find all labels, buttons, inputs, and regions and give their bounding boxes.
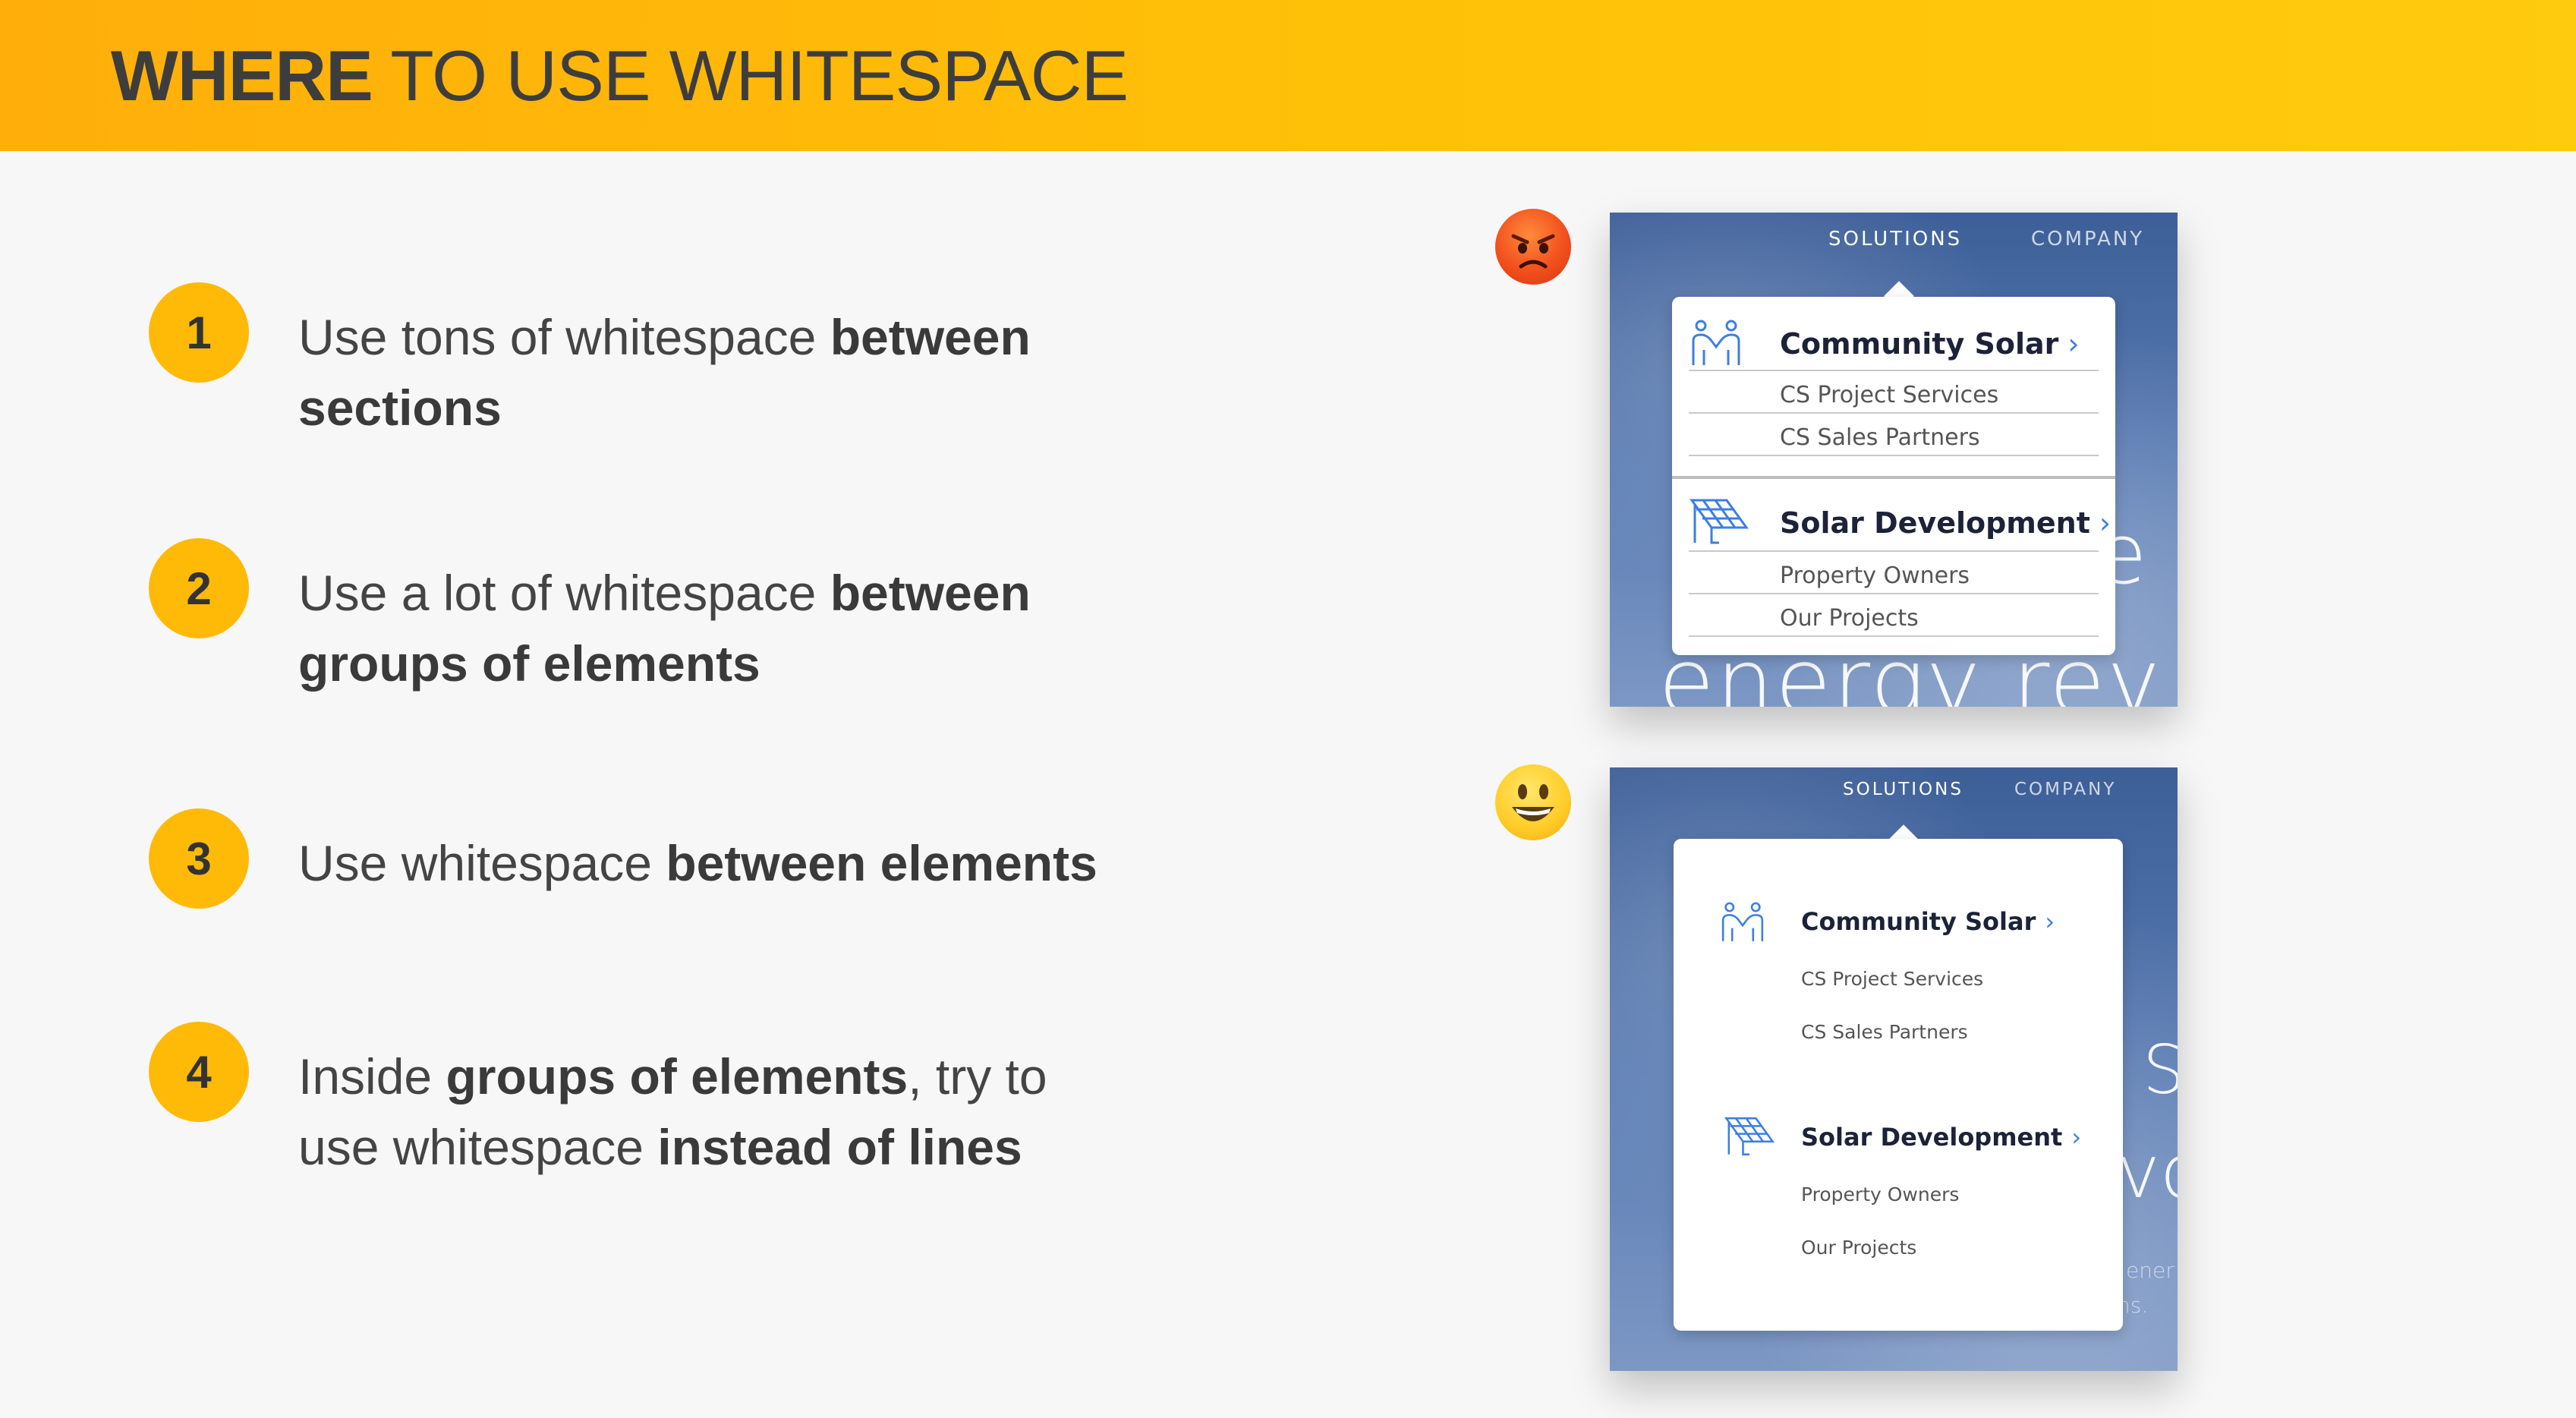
menu-group-title-community-solar[interactable]: Community Solar › bbox=[1780, 327, 2080, 361]
dropdown-mockup-bad: SOLUTIONS COMPANY e energy rev Community… bbox=[1610, 213, 2178, 707]
divider bbox=[1689, 550, 2099, 552]
angry-face-emoji-icon bbox=[1495, 209, 1571, 285]
menu-link-cs-sales-partners[interactable]: CS Sales Partners bbox=[1801, 1021, 1968, 1043]
tip-text: Use whitespace between elements bbox=[298, 828, 1209, 899]
chevron-right-icon: › bbox=[2045, 907, 2055, 936]
tip-text-bold: groups of elements bbox=[446, 1048, 909, 1104]
tip-text-regular: Use whitespace bbox=[298, 835, 666, 891]
people-handshake-icon bbox=[1721, 902, 1764, 941]
nav-solutions[interactable]: SOLUTIONS bbox=[1843, 780, 1963, 799]
tip-number-badge: 1 bbox=[149, 282, 249, 383]
chevron-right-icon: › bbox=[2071, 1123, 2082, 1152]
solar-panel-icon bbox=[1690, 499, 1749, 544]
tip-text: Use a lot of whitespace between groups o… bbox=[298, 558, 1133, 699]
menu-group-title-label: Solar Development bbox=[1780, 506, 2090, 540]
divider bbox=[1689, 412, 2099, 414]
menu-group-title-label: Community Solar bbox=[1801, 907, 2036, 936]
nav-solutions[interactable]: SOLUTIONS bbox=[1828, 228, 1962, 251]
menu-link-cs-project-services[interactable]: CS Project Services bbox=[1780, 382, 1998, 408]
menu-link-our-projects[interactable]: Our Projects bbox=[1780, 605, 1919, 632]
divider bbox=[1689, 593, 2099, 594]
tip-text: Inside groups of elements, try to use wh… bbox=[298, 1041, 1103, 1183]
tip-text-bold: between elements bbox=[666, 835, 1097, 891]
page-title-bold: WHERE bbox=[111, 36, 373, 115]
chevron-right-icon: › bbox=[2099, 506, 2112, 540]
header-banner: WHERE TO USE WHITESPACE bbox=[0, 0, 2576, 151]
menu-group-title-solar-development[interactable]: Solar Development › bbox=[1801, 1123, 2081, 1152]
tip-number-badge: 4 bbox=[149, 1022, 249, 1122]
menu-group-title-label: Community Solar bbox=[1780, 327, 2059, 361]
tip-number-badge: 2 bbox=[149, 538, 249, 638]
nav-company[interactable]: COMPANY bbox=[2014, 780, 2116, 799]
dropdown-menu: Community Solar › CS Project Services CS … bbox=[1674, 839, 2123, 1331]
menu-group-title-solar-development[interactable]: Solar Development › bbox=[1780, 506, 2111, 540]
smiling-face-emoji-icon bbox=[1495, 764, 1571, 840]
menu-link-property-owners[interactable]: Property Owners bbox=[1780, 562, 1970, 589]
page-title: WHERE TO USE WHITESPACE bbox=[111, 23, 1129, 129]
hero-text-fragment: vo bbox=[2117, 1130, 2178, 1215]
page-title-rest: TO USE WHITESPACE bbox=[372, 36, 1129, 115]
tip-text-regular: Inside bbox=[298, 1048, 446, 1104]
menu-link-property-owners[interactable]: Property Owners bbox=[1801, 1183, 1959, 1205]
nav-company[interactable]: COMPANY bbox=[2031, 228, 2144, 251]
divider bbox=[1689, 455, 2099, 456]
tip-text: Use tons of whitespace between sections bbox=[298, 302, 1133, 443]
section-divider bbox=[1672, 476, 2115, 479]
tip-text-regular: Use a lot of whitespace bbox=[298, 565, 830, 621]
hero-text-fragment: S bbox=[2143, 1031, 2178, 1109]
menu-group-title-label: Solar Development bbox=[1801, 1123, 2063, 1152]
menu-group-title-community-solar[interactable]: Community Solar › bbox=[1801, 907, 2055, 936]
people-handshake-icon bbox=[1692, 320, 1740, 365]
tip-number-badge: 3 bbox=[149, 808, 249, 909]
dropdown-mockup-good: SOLUTIONS COMPANY S vo ener ns. Communit… bbox=[1610, 767, 2178, 1371]
menu-link-cs-sales-partners[interactable]: CS Sales Partners bbox=[1780, 424, 1980, 451]
solar-panel-icon bbox=[1724, 1117, 1775, 1156]
menu-link-our-projects[interactable]: Our Projects bbox=[1801, 1237, 1916, 1259]
hero-text-fragment: ener bbox=[2126, 1258, 2174, 1283]
menu-link-cs-project-services[interactable]: CS Project Services bbox=[1801, 968, 1983, 990]
tip-text-regular: Use tons of whitespace bbox=[298, 309, 830, 365]
dropdown-menu: Community Solar › CS Project Services CS … bbox=[1672, 297, 2115, 655]
divider bbox=[1689, 370, 2099, 371]
tip-text-bold: instead of lines bbox=[657, 1119, 1022, 1175]
chevron-right-icon: › bbox=[2067, 327, 2080, 361]
divider bbox=[1689, 635, 2099, 637]
